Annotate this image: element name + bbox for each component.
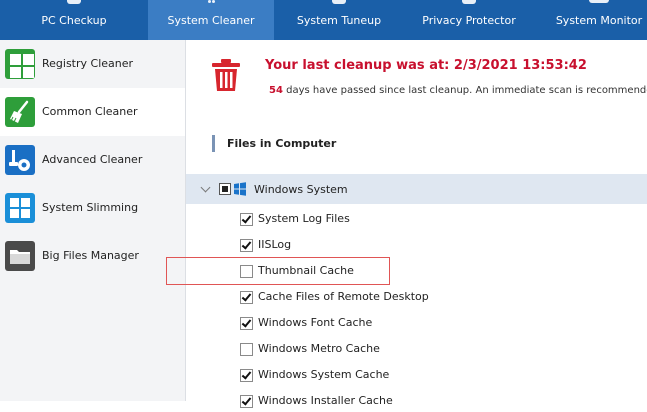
sidebar-item-label: Big Files Manager (42, 249, 139, 262)
trash-icon (210, 58, 242, 96)
sidebar-item-label: Registry Cleaner (42, 57, 134, 70)
item-label: Windows Metro Cache (258, 342, 380, 355)
list-item[interactable]: Windows Font Cache (240, 314, 620, 334)
item-label: Windows Font Cache (258, 316, 373, 329)
vacuum-icon (5, 145, 35, 175)
item-checkbox[interactable] (240, 343, 253, 356)
item-checkbox[interactable] (240, 239, 253, 252)
item-label: System Log Files (258, 212, 350, 225)
system-tuneup-icon (332, 0, 346, 4)
sidebar-item-system-slimming[interactable]: System Slimming (0, 184, 185, 232)
list-item[interactable]: IISLog (240, 236, 620, 256)
tab-system-monitor[interactable]: System Monitor (534, 0, 647, 40)
windows-flag-icon (233, 181, 247, 196)
item-checkbox[interactable] (240, 369, 253, 382)
item-checkbox[interactable] (240, 291, 253, 304)
sidebar-item-registry-cleaner[interactable]: Registry Cleaner (0, 40, 185, 88)
tab-privacy-protector[interactable]: Privacy Protector (404, 0, 534, 40)
sidebar: Registry Cleaner Common Cleaner Advanced… (0, 40, 186, 401)
broom-icon (5, 97, 35, 127)
section-marker (212, 135, 215, 152)
system-cleaner-icon (204, 0, 218, 4)
tab-label: System Monitor (555, 14, 643, 27)
sidebar-item-common-cleaner[interactable]: Common Cleaner (0, 88, 185, 136)
item-checkbox[interactable] (240, 395, 253, 408)
system-monitor-icon (589, 0, 609, 3)
tab-label: System Tuneup (296, 14, 382, 27)
chevron-down-icon[interactable] (200, 182, 211, 193)
main-panel: Your last cleanup was at: 2/3/2021 13:53… (186, 40, 647, 408)
pc-checkup-icon (67, 0, 81, 4)
folder-icon (5, 241, 35, 271)
tab-pc-checkup[interactable]: PC Checkup (0, 0, 148, 40)
list-item[interactable]: Windows Metro Cache (240, 340, 620, 360)
item-label: Cache Files of Remote Desktop (258, 290, 429, 303)
highlight-box (166, 257, 390, 285)
sidebar-item-advanced-cleaner[interactable]: Advanced Cleaner (0, 136, 185, 184)
days-count: 54 (269, 85, 283, 96)
registry-grid-icon (5, 49, 35, 79)
group-row-windows-system[interactable]: Windows System (186, 174, 647, 204)
section-title: Files in Computer (227, 137, 337, 150)
last-cleanup-text: Your last cleanup was at: 2/3/2021 13:53… (265, 58, 587, 73)
sidebar-item-label: System Slimming (42, 201, 139, 214)
tab-label: PC Checkup (41, 14, 107, 27)
sidebar-item-big-files-manager[interactable]: Big Files Manager (0, 232, 185, 280)
item-checkbox[interactable] (240, 213, 253, 226)
sidebar-item-label: Common Cleaner (42, 105, 138, 118)
windows-logo-icon (5, 193, 35, 223)
list-item[interactable]: Windows Installer Cache (240, 392, 620, 412)
list-item[interactable]: Cache Files of Remote Desktop (240, 288, 620, 308)
top-nav: PC Checkup System Cleaner System Tuneup … (0, 0, 647, 40)
item-label: Windows System Cache (258, 368, 390, 381)
group-checkbox[interactable] (219, 183, 231, 195)
item-checkbox[interactable] (240, 317, 253, 330)
list-item[interactable]: System Log Files (240, 210, 620, 230)
privacy-protector-icon (462, 0, 476, 4)
days-message: days have passed since last cleanup. An … (282, 85, 647, 96)
item-label: IISLog (258, 238, 292, 251)
list-item[interactable]: Windows System Cache (240, 366, 620, 386)
tab-label: Privacy Protector (422, 14, 516, 27)
days-since-cleanup: 54 days have passed since last cleanup. … (269, 85, 647, 96)
tab-label: System Cleaner (167, 14, 255, 27)
tab-system-tuneup[interactable]: System Tuneup (274, 0, 404, 40)
group-label: Windows System (254, 183, 348, 196)
sidebar-item-label: Advanced Cleaner (42, 153, 143, 166)
tab-system-cleaner[interactable]: System Cleaner (148, 0, 274, 40)
